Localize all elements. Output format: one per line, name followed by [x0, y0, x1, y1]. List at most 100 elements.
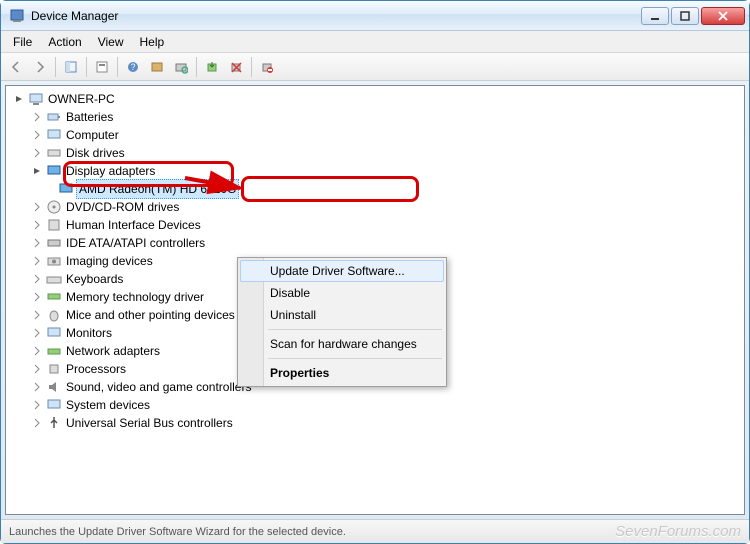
cm-label: Uninstall — [270, 308, 316, 322]
svg-text:?: ? — [130, 62, 135, 72]
menu-action[interactable]: Action — [40, 33, 89, 51]
expand-icon[interactable] — [30, 416, 44, 430]
cm-uninstall[interactable]: Uninstall — [240, 304, 444, 326]
tree-label: Network adapters — [66, 342, 160, 360]
tree-label: Batteries — [66, 108, 113, 126]
usb-icon — [46, 415, 62, 431]
keyboard-icon — [46, 271, 62, 287]
collapse-icon[interactable] — [12, 92, 26, 106]
separator — [86, 57, 87, 77]
tree-category-computer[interactable]: Computer — [8, 126, 742, 144]
display-icon — [46, 163, 62, 179]
computer-icon — [28, 91, 44, 107]
tree-category-display-adapters[interactable]: Display adapters — [8, 162, 742, 180]
menu-view[interactable]: View — [90, 33, 132, 51]
status-text: Launches the Update Driver Software Wiza… — [9, 526, 346, 538]
mouse-icon — [46, 307, 62, 323]
disable-button[interactable] — [256, 56, 278, 78]
camera-icon — [46, 253, 62, 269]
menubar: File Action View Help — [1, 31, 749, 53]
expand-icon[interactable] — [30, 290, 44, 304]
tree-label: System devices — [66, 396, 150, 414]
tree-label: Computer — [66, 126, 119, 144]
separator — [117, 57, 118, 77]
cm-label: Disable — [270, 286, 310, 300]
expand-icon[interactable] — [30, 272, 44, 286]
cm-properties[interactable]: Properties — [240, 362, 444, 384]
battery-icon — [46, 109, 62, 125]
tree-label: Universal Serial Bus controllers — [66, 414, 233, 432]
device-manager-window: Device Manager File Action View Help ? — [0, 0, 750, 544]
expand-icon[interactable] — [30, 380, 44, 394]
action-button[interactable] — [146, 56, 168, 78]
expand-icon[interactable] — [30, 308, 44, 322]
forward-button[interactable] — [29, 56, 51, 78]
expand-icon[interactable] — [30, 398, 44, 412]
update-driver-button[interactable] — [201, 56, 223, 78]
expand-icon[interactable] — [30, 362, 44, 376]
tree-category-usb[interactable]: Universal Serial Bus controllers — [8, 414, 742, 432]
sound-icon — [46, 379, 62, 395]
tree-label: Keyboards — [66, 270, 123, 288]
expand-icon[interactable] — [30, 200, 44, 214]
expand-icon[interactable] — [30, 236, 44, 250]
cm-update-driver[interactable]: Update Driver Software... — [240, 260, 444, 282]
tree-category-batteries[interactable]: Batteries — [8, 108, 742, 126]
maximize-button[interactable] — [671, 7, 699, 25]
display-icon — [58, 181, 74, 197]
tree-label: Disk drives — [66, 144, 125, 162]
tree-device-selected[interactable]: AMD Radeon(TM) HD 6520G — [8, 180, 742, 198]
cm-label: Scan for hardware changes — [270, 337, 417, 351]
cm-label: Properties — [270, 366, 329, 380]
expand-icon[interactable] — [30, 128, 44, 142]
tree-root[interactable]: OWNER-PC — [8, 90, 742, 108]
tree-category-disk-drives[interactable]: Disk drives — [8, 144, 742, 162]
dvd-icon — [46, 199, 62, 215]
close-button[interactable] — [701, 7, 745, 25]
minimize-button[interactable] — [641, 7, 669, 25]
scan-button[interactable] — [170, 56, 192, 78]
menu-file[interactable]: File — [5, 33, 40, 51]
uninstall-button[interactable] — [225, 56, 247, 78]
expand-icon[interactable] — [30, 218, 44, 232]
tree-label: Display adapters — [66, 162, 155, 180]
computer-icon — [46, 127, 62, 143]
expand-icon[interactable] — [30, 326, 44, 340]
statusbar: Launches the Update Driver Software Wiza… — [1, 519, 749, 543]
separator — [268, 329, 442, 330]
separator — [251, 57, 252, 77]
tree-category-hid[interactable]: Human Interface Devices — [8, 216, 742, 234]
app-icon — [9, 8, 25, 24]
expand-icon[interactable] — [30, 146, 44, 160]
separator — [268, 358, 442, 359]
tree-category-system[interactable]: System devices — [8, 396, 742, 414]
cpu-icon — [46, 361, 62, 377]
separator — [196, 57, 197, 77]
tree-label: Human Interface Devices — [66, 216, 201, 234]
tree-selected-label: AMD Radeon(TM) HD 6520G — [76, 179, 239, 199]
memory-icon — [46, 289, 62, 305]
cm-scan[interactable]: Scan for hardware changes — [240, 333, 444, 355]
expand-icon[interactable] — [30, 344, 44, 358]
collapse-icon[interactable] — [30, 164, 44, 178]
tree-category-ide[interactable]: IDE ATA/ATAPI controllers — [8, 234, 742, 252]
tree-label: DVD/CD-ROM drives — [66, 198, 179, 216]
back-button[interactable] — [5, 56, 27, 78]
show-hide-tree-button[interactable] — [60, 56, 82, 78]
monitor-icon — [46, 325, 62, 341]
expand-icon[interactable] — [30, 110, 44, 124]
window-title: Device Manager — [31, 9, 641, 23]
properties-button[interactable] — [91, 56, 113, 78]
cm-label: Update Driver Software... — [270, 264, 405, 278]
tree-label: Processors — [66, 360, 126, 378]
cm-disable[interactable]: Disable — [240, 282, 444, 304]
help-button[interactable]: ? — [122, 56, 144, 78]
titlebar[interactable]: Device Manager — [1, 1, 749, 31]
expand-icon[interactable] — [30, 254, 44, 268]
tree-root-label: OWNER-PC — [48, 90, 115, 108]
content-area: OWNER-PC Batteries Computer Disk drives — [5, 85, 745, 515]
disk-icon — [46, 145, 62, 161]
tree-label: Monitors — [66, 324, 112, 342]
tree-category-dvd[interactable]: DVD/CD-ROM drives — [8, 198, 742, 216]
menu-help[interactable]: Help — [132, 33, 173, 51]
